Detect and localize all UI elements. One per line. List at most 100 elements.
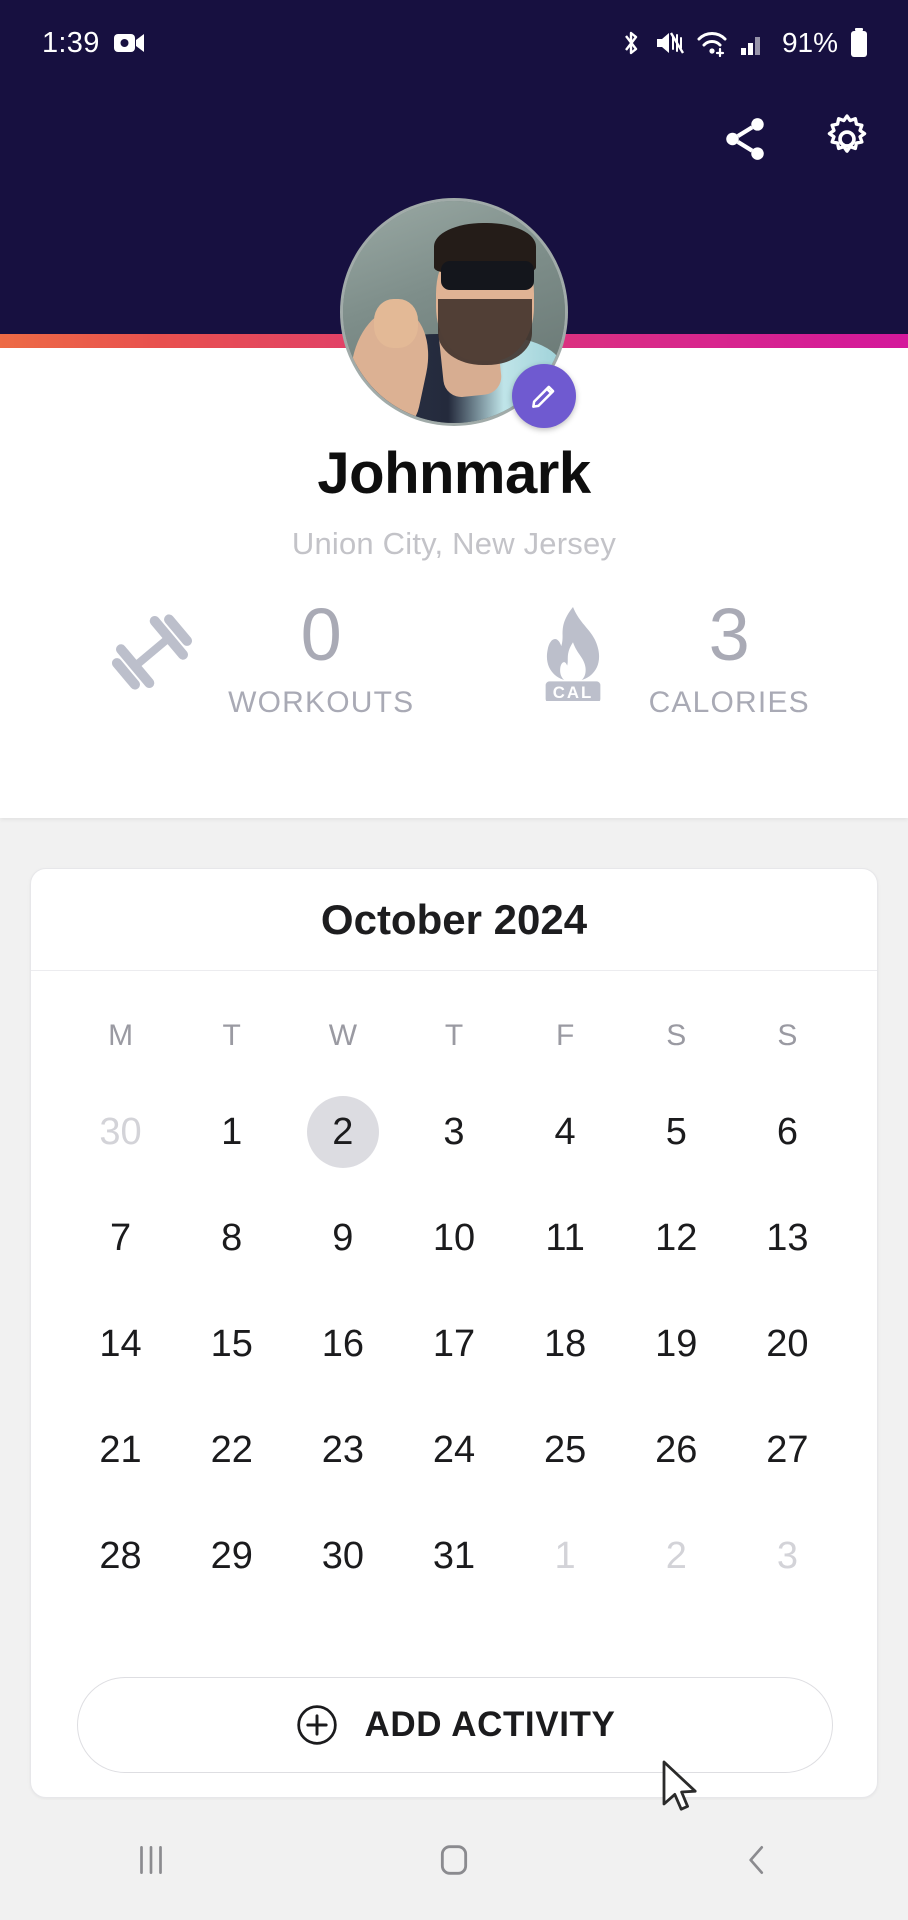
calendar-day[interactable]: 3 [751, 1520, 823, 1592]
calendar-grid: MTWTFSS 30 1 2 3 4 5 6 7 8 9 10 11 12 13 14 15 16 17 18 19 2… [31, 971, 877, 1609]
wifi-icon [697, 32, 727, 57]
calendar-day[interactable]: 15 [196, 1308, 268, 1380]
calendar-weekday: M [108, 1019, 134, 1052]
calendar-day[interactable]: 6 [751, 1096, 823, 1168]
calendar-day-cell: 6 [732, 1079, 843, 1185]
stat-workouts-label: WORKOUTS [228, 686, 415, 720]
calendar-day-cell: 10 [398, 1185, 509, 1291]
mute-icon [656, 32, 684, 54]
calendar-day[interactable]: 13 [751, 1202, 823, 1274]
calendar-week-row: 14 15 16 17 18 19 20 [65, 1291, 843, 1397]
calendar-day[interactable]: 25 [529, 1414, 601, 1486]
recents-button[interactable] [91, 1800, 211, 1920]
calendar-day[interactable]: 30 [85, 1096, 157, 1168]
calendar-week-row: 7 8 9 10 11 12 13 [65, 1185, 843, 1291]
calendar-week-row: 30 1 2 3 4 5 6 [65, 1079, 843, 1185]
back-button[interactable] [697, 1800, 817, 1920]
settings-button[interactable] [820, 112, 874, 166]
calendar-day-cell: 9 [287, 1185, 398, 1291]
calendar-day-cell: 22 [176, 1397, 287, 1503]
calendar-day[interactable]: 26 [640, 1414, 712, 1486]
home-button[interactable] [394, 1800, 514, 1920]
calendar-weekday: T [222, 1019, 241, 1052]
calendar-day-cell: 26 [621, 1397, 732, 1503]
bluetooth-icon [625, 31, 638, 55]
calendar-day[interactable]: 28 [85, 1520, 157, 1592]
calendar-day[interactable]: 23 [307, 1414, 379, 1486]
calendar-day[interactable]: 5 [640, 1096, 712, 1168]
calendar-day[interactable]: 14 [85, 1308, 157, 1380]
calendar-day-today[interactable]: 2 [306, 1096, 379, 1168]
calendar-day[interactable]: 11 [529, 1202, 601, 1274]
calendar-day[interactable]: 4 [529, 1096, 601, 1168]
cellular-signal-icon [740, 37, 760, 55]
calendar-title: October 2024 [31, 869, 877, 971]
profile-stats: 0 WORKOUTS CAL 3 CALORIES [0, 593, 908, 720]
calendar-day-cell: 24 [398, 1397, 509, 1503]
calendar-day[interactable]: 10 [418, 1202, 490, 1274]
calendar-day-cell: 2 [287, 1079, 398, 1185]
calendar-day-cell: 2 [621, 1503, 732, 1609]
calendar-day[interactable]: 30 [307, 1520, 379, 1592]
calendar-card: October 2024 MTWTFSS 30 1 2 3 4 5 6 7 8 9 10 11 12 13… [30, 868, 878, 1798]
calendar-day[interactable]: 7 [85, 1202, 157, 1274]
gear-icon [827, 114, 867, 153]
calendar-day[interactable]: 12 [640, 1202, 712, 1274]
flame-cal-icon: CAL [519, 600, 627, 704]
phone-screen: 1:39 91% Johnmark Union City, New Jersey… [0, 0, 908, 1920]
status-bar: 1:39 91% [0, 0, 908, 86]
calendar-day[interactable]: 22 [196, 1414, 268, 1486]
calendar-day-cell: 14 [65, 1291, 176, 1397]
calendar-day-cell: 19 [621, 1291, 732, 1397]
calendar-day-cell: 21 [65, 1397, 176, 1503]
share-icon [726, 118, 764, 160]
stat-calories-text: 3 CALORIES [649, 597, 810, 720]
calendar-day-cell: 13 [732, 1185, 843, 1291]
calendar-day-cell: 1 [176, 1079, 287, 1185]
calendar-day-cell: 23 [287, 1397, 398, 1503]
calendar-day[interactable]: 1 [196, 1096, 268, 1168]
calendar-day[interactable]: 21 [85, 1414, 157, 1486]
profile-card: Johnmark Union City, New Jersey 0 WORKOU… [0, 198, 908, 818]
calendar-day[interactable]: 24 [418, 1414, 490, 1486]
edit-profile-button[interactable] [512, 364, 576, 428]
calendar-day-cell: 27 [732, 1397, 843, 1503]
calendar-weekday-row: MTWTFSS [65, 997, 843, 1079]
stat-workouts-value: 0 [300, 593, 342, 676]
calendar-weeks: 30 1 2 3 4 5 6 7 8 9 10 11 12 13 14 15 16 17 18 19 20 21 22 23 2… [65, 1079, 843, 1609]
calendar-week-row: 28 29 30 31 1 2 3 [65, 1503, 843, 1609]
calendar-day[interactable]: 2 [640, 1520, 712, 1592]
dumbbell-icon [98, 600, 206, 704]
share-button[interactable] [718, 112, 772, 166]
calendar-day-cell: 28 [65, 1503, 176, 1609]
calendar-weekday: S [777, 1019, 798, 1052]
stat-workouts: 0 WORKOUTS [98, 593, 415, 720]
calendar-day[interactable]: 19 [640, 1308, 712, 1380]
calendar-day[interactable]: 3 [418, 1096, 490, 1168]
calendar-day-cell: 4 [510, 1079, 621, 1185]
calendar-day[interactable]: 9 [307, 1202, 379, 1274]
calendar-day-cell: 17 [398, 1291, 509, 1397]
calendar-day[interactable]: 16 [307, 1308, 379, 1380]
android-nav-bar [0, 1800, 908, 1920]
calendar-day[interactable]: 20 [751, 1308, 823, 1380]
calendar-day[interactable]: 31 [418, 1520, 490, 1592]
calendar-day[interactable]: 29 [196, 1520, 268, 1592]
stat-workouts-text: 0 WORKOUTS [228, 593, 415, 720]
calendar-day[interactable]: 8 [196, 1202, 268, 1274]
status-bar-right: 91% [620, 27, 868, 59]
calendar-day[interactable]: 18 [529, 1308, 601, 1380]
calendar-weekday: W [328, 1019, 358, 1052]
header-actions [718, 112, 874, 166]
profile-location: Union City, New Jersey [291, 526, 617, 561]
calendar-day-cell: 8 [176, 1185, 287, 1291]
avatar-wrapper [340, 198, 576, 428]
battery-icon [851, 28, 867, 57]
calendar-day[interactable]: 17 [418, 1308, 490, 1380]
calendar-day[interactable]: 1 [529, 1520, 601, 1592]
calendar-day[interactable]: 27 [751, 1414, 823, 1486]
status-time: 1:39 [42, 26, 100, 59]
calendar-weekday: S [666, 1019, 687, 1052]
calendar-day-cell: 31 [398, 1503, 509, 1609]
add-activity-button[interactable]: ADD ACTIVITY [77, 1677, 833, 1773]
